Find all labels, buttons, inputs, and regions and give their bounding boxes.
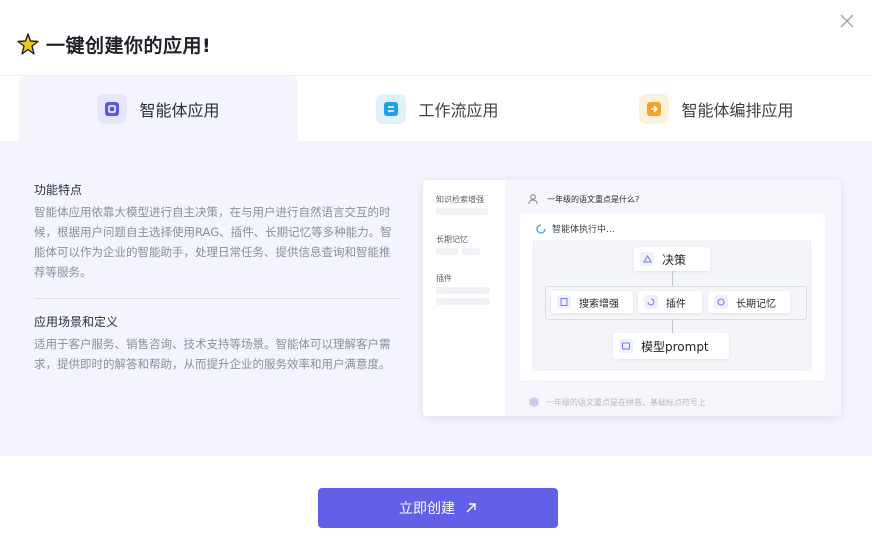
create-now-button[interactable]: 立即创建 <box>318 488 558 528</box>
app-type-tabs: 智能体应用 工作流应用 智能体编排应用 <box>0 76 872 141</box>
agent-app-icon <box>97 93 128 124</box>
dialog-title: 一键创建你的应用! <box>46 35 212 57</box>
preview-sidebar: 知识检索增强 长期记忆 插件 <box>423 180 506 416</box>
features-title: 功能特点 <box>34 183 83 197</box>
placeholder-bar <box>436 208 488 215</box>
connector <box>672 319 673 333</box>
tab-content-panel: 功能特点 智能体应用依靠大模型进行自主决策，在与用户进行自然语言交互的时候，根据… <box>0 141 872 456</box>
preview-sidebar-item: 知识检索增强 <box>436 195 484 204</box>
node-memory: 长期记忆 <box>708 291 790 313</box>
tab-agent-app[interactable]: 智能体应用 <box>19 76 298 141</box>
cycle-icon <box>640 252 654 266</box>
tab-label: 智能体应用 <box>139 100 220 120</box>
preview-sidebar-item: 插件 <box>436 274 452 283</box>
arrow-up-right-icon <box>466 503 476 513</box>
preview-flow-diagram: 决策 搜索增强 插件 长期记忆 模型prompt <box>532 240 812 371</box>
divider <box>34 298 400 299</box>
preview-response-card: 智能体执行中... 决策 搜索增强 插件 长期记忆 模型prompt <box>520 213 825 380</box>
user-icon <box>528 194 538 205</box>
close-icon[interactable] <box>838 12 856 30</box>
node-search: 搜索增强 <box>551 291 633 313</box>
loading-icon <box>536 223 546 234</box>
placeholder-bar <box>436 287 490 294</box>
tab-label: 智能体编排应用 <box>681 100 794 120</box>
preview-status-text: 智能体执行中... <box>552 225 615 235</box>
preview-question: 一年级的语文重点是什么? <box>527 193 639 205</box>
node-plugin: 插件 <box>638 291 702 313</box>
node-decision: 决策 <box>634 247 710 271</box>
memory-icon <box>714 295 728 309</box>
placeholder-bar <box>436 248 458 255</box>
placeholder-bar <box>436 298 490 305</box>
preview-status: 智能体执行中... <box>536 222 615 235</box>
agent-preview-illustration: 知识检索增强 长期记忆 插件 一年级的语文重点是什么? 智能体执行中... 决策… <box>423 180 841 416</box>
scenarios-title: 应用场景和定义 <box>34 315 119 329</box>
preview-sidebar-item: 长期记忆 <box>436 235 468 244</box>
tab-agent-orchestration-app[interactable]: 智能体编排应用 <box>577 76 856 141</box>
workflow-app-icon <box>376 93 407 124</box>
cube-icon <box>529 397 539 407</box>
preview-chat: 一年级的语文重点是什么? 智能体执行中... 决策 搜索增强 插件 长期记忆 模… <box>505 180 841 416</box>
connector <box>672 271 673 286</box>
create-now-label: 立即创建 <box>399 501 455 517</box>
description: 功能特点 智能体应用依靠大模型进行自主决策，在与用户进行自然语言交互的时候，根据… <box>34 181 400 374</box>
placeholder-bar <box>462 248 480 255</box>
tab-workflow-app[interactable]: 工作流应用 <box>298 76 577 141</box>
node-model-prompt: 模型prompt <box>613 333 729 359</box>
dialog-header: 一键创建你的应用! <box>0 0 872 76</box>
features-body: 智能体应用依靠大模型进行自主决策，在与用户进行自然语言交互的时候，根据用户问题自… <box>34 205 392 279</box>
preview-input: 一年级的语文重点是在拼音、基础标点符号上 <box>520 388 840 416</box>
scenarios-body: 适用于客户服务、销售咨询、技术支持等场景。智能体可以理解客户需求，提供即时的解答… <box>34 337 391 371</box>
plugin-icon <box>644 295 658 309</box>
image-icon <box>619 339 633 353</box>
sparkle-icon <box>17 33 39 55</box>
document-icon <box>557 295 571 309</box>
tab-label: 工作流应用 <box>418 100 499 120</box>
agent-orchestration-icon <box>639 93 670 124</box>
preview-question-text: 一年级的语文重点是什么? <box>547 194 640 204</box>
